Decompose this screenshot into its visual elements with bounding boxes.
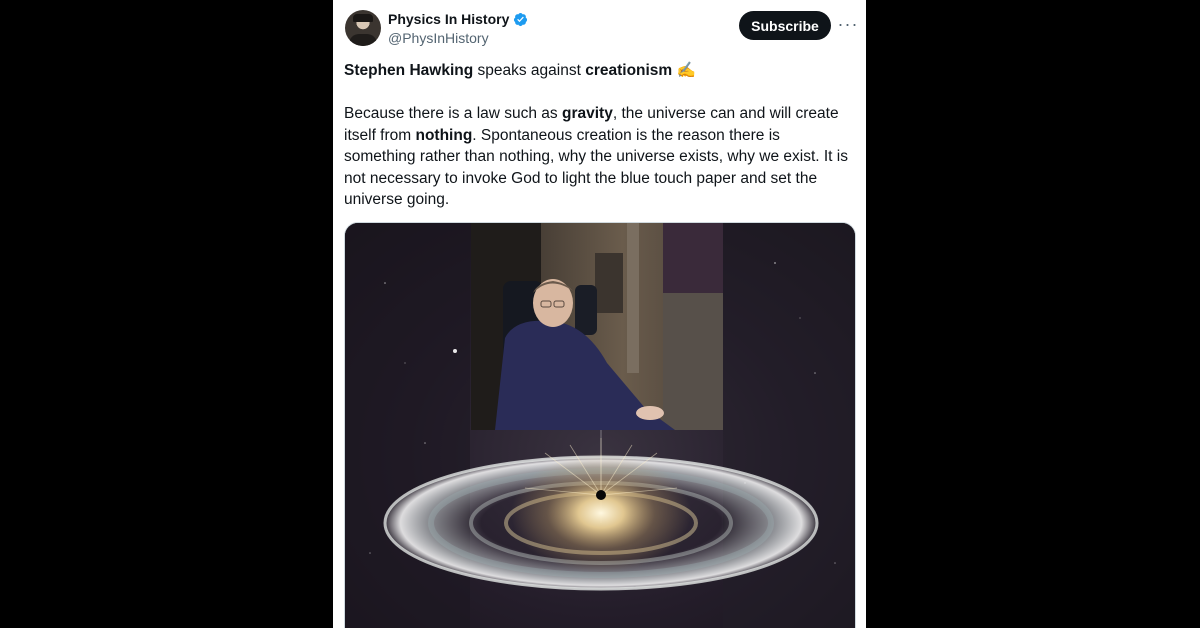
subscribe-button[interactable]: Subscribe	[739, 11, 831, 40]
post-card: Physics In History @PhysInHistory Subscr…	[333, 0, 866, 628]
post-image[interactable]	[344, 222, 856, 628]
body-bold-nothing: nothing	[415, 126, 473, 144]
title-mid: speaks against	[473, 62, 586, 79]
body-bold-gravity: gravity	[561, 105, 613, 122]
account-name[interactable]: Physics In History	[388, 11, 509, 27]
post-body: Because there is a law such as gravity, …	[344, 103, 854, 211]
writing-hand-emoji: ✍️	[672, 62, 696, 79]
post-image-illustration	[345, 223, 855, 628]
hawking-photo	[471, 223, 723, 430]
post-title: Stephen Hawking speaks against creationi…	[344, 60, 854, 81]
body-text-1: Because there is a law such as	[344, 105, 562, 122]
avatar[interactable]	[345, 10, 381, 46]
verified-badge-icon	[514, 12, 528, 26]
avatar-hat	[353, 14, 373, 22]
more-options-icon[interactable]: ···	[837, 12, 859, 36]
avatar-coat	[349, 34, 377, 46]
title-bold-topic: creationism	[585, 62, 673, 79]
account-name-row: Physics In History	[388, 11, 528, 27]
title-bold-subject: Stephen Hawking	[344, 62, 474, 79]
account-handle[interactable]: @PhysInHistory	[388, 30, 489, 46]
